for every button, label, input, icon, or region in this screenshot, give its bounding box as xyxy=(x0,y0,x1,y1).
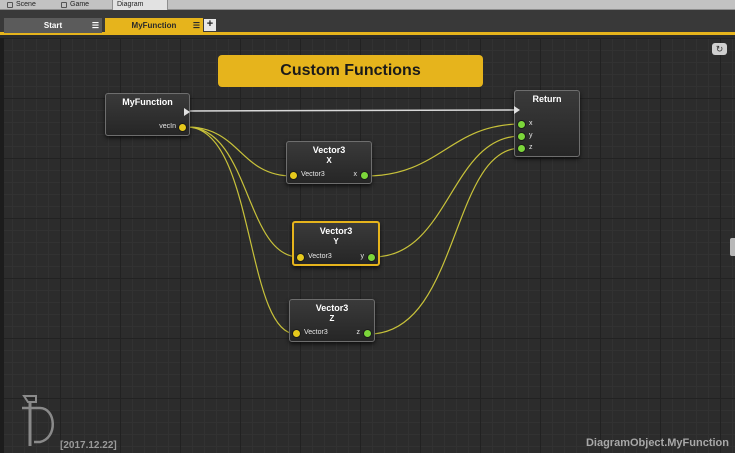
node-vector3-z[interactable]: Vector3 Z Vector3 z xyxy=(289,299,375,342)
port-label: y xyxy=(529,132,533,139)
data-wire xyxy=(186,126,300,258)
date-label: [2017.12.22] xyxy=(60,440,117,451)
exec-wire xyxy=(187,109,515,112)
port-z-in[interactable] xyxy=(517,144,526,153)
exec-out-icon[interactable] xyxy=(184,108,190,116)
port-label: z xyxy=(529,144,533,151)
exec-in-icon[interactable] xyxy=(514,106,520,114)
port-label: Vector3 xyxy=(304,329,328,336)
port-x-in[interactable] xyxy=(517,120,526,129)
port-label: z xyxy=(356,329,361,336)
diagram-logo-icon xyxy=(22,395,54,446)
port-y-out[interactable] xyxy=(367,253,376,262)
node-title: Vector3 xyxy=(319,226,353,236)
node-title: Return xyxy=(532,94,562,104)
port-x-out[interactable] xyxy=(360,171,369,180)
node-vector3-x[interactable]: Vector3 X Vector3 x xyxy=(286,141,372,184)
node-title: MyFunction xyxy=(122,97,173,107)
port-vector3-in[interactable] xyxy=(296,253,305,262)
port-y-in[interactable] xyxy=(517,132,526,141)
port-vecin-out[interactable] xyxy=(178,123,187,132)
port-label: x xyxy=(529,120,533,127)
object-path-label: DiagramObject.MyFunction xyxy=(585,437,729,449)
port-label: Vector3 xyxy=(301,171,325,178)
port-label: y xyxy=(360,253,365,260)
port-label: vecIn xyxy=(159,123,176,130)
node-myfunction[interactable]: MyFunction vecIn xyxy=(105,93,190,136)
node-vector3-y[interactable]: Vector3 Y Vector3 y xyxy=(292,221,380,266)
node-title: Vector3 xyxy=(312,145,346,155)
port-label: x xyxy=(353,171,358,178)
data-wire xyxy=(372,135,522,258)
port-label: Vector3 xyxy=(308,253,332,260)
node-title: Vector3 xyxy=(315,303,349,313)
data-wire xyxy=(186,126,293,177)
port-z-out[interactable] xyxy=(363,329,372,338)
node-return[interactable]: Return x y z xyxy=(514,90,580,157)
node-subtitle: X xyxy=(326,156,332,165)
node-subtitle: Y xyxy=(333,237,339,246)
port-vector3-in[interactable] xyxy=(292,329,301,338)
data-wire xyxy=(368,147,522,335)
data-wire xyxy=(186,126,297,335)
node-subtitle: Z xyxy=(329,314,335,323)
port-vector3-in[interactable] xyxy=(289,171,298,180)
data-wire xyxy=(365,123,522,177)
